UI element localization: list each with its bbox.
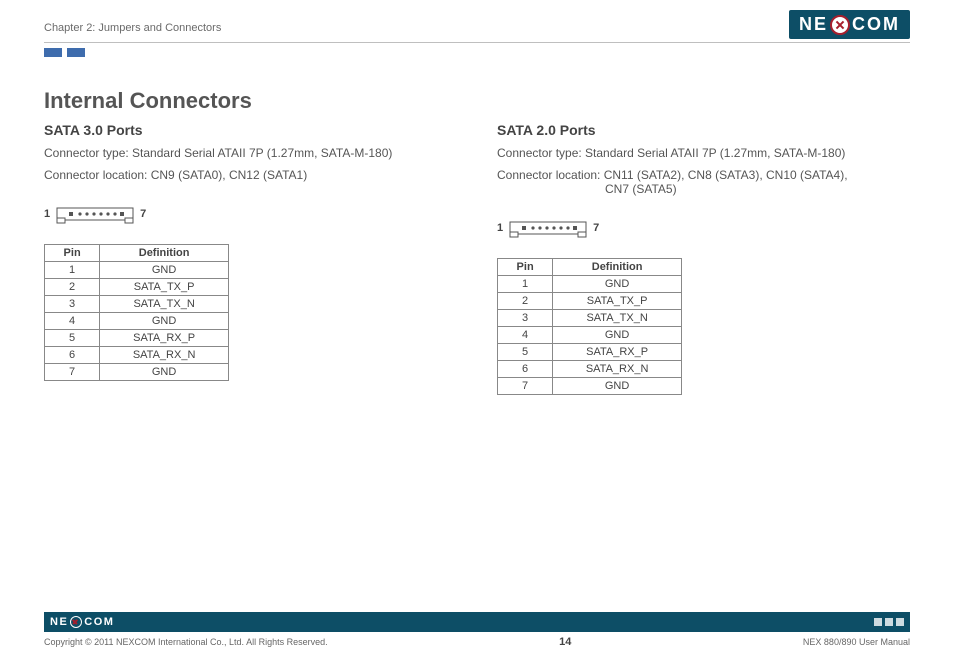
cell-pin: 2 [498, 293, 553, 310]
diagram-pin-left-label: 1 [497, 222, 503, 234]
footer-bar: NE COM [44, 612, 910, 632]
brand-logo-box: NE COM [789, 10, 910, 39]
brand-logo-text-right: COM [852, 14, 900, 35]
brand-logo-x-icon [830, 15, 850, 35]
table-row: 2 SATA_TX_P [498, 293, 682, 310]
cell-pin: 4 [45, 313, 100, 330]
cell-pin: 3 [498, 310, 553, 327]
page-number: 14 [559, 636, 571, 648]
cell-pin: 5 [45, 330, 100, 347]
table-row: 2 SATA_TX_P [45, 279, 229, 296]
cell-pin: 7 [498, 378, 553, 395]
cell-definition: GND [553, 276, 682, 293]
cell-definition: GND [553, 378, 682, 395]
page: Chapter 2: Jumpers and Connectors NE COM… [0, 0, 954, 672]
cell-definition: GND [100, 364, 229, 381]
connector-icon [509, 218, 587, 238]
sata20-pin-diagram: 1 7 [497, 218, 910, 238]
sata30-pin-diagram: 1 7 [44, 204, 457, 224]
cell-pin: 1 [45, 262, 100, 279]
sata30-table-body: 1 GND 2 SATA_TX_P 3 SATA_TX_N 4 GND 5 SA… [45, 262, 229, 381]
footer-logo: NE COM [50, 616, 114, 628]
cell-definition: GND [100, 313, 229, 330]
sata20-section: SATA 2.0 Ports Connector type: Standard … [497, 122, 910, 395]
sata20-table-body: 1 GND 2 SATA_TX_P 3 SATA_TX_N 4 GND 5 SA… [498, 276, 682, 395]
cell-pin: 4 [498, 327, 553, 344]
table-row: 5 SATA_RX_P [45, 330, 229, 347]
cell-pin: 5 [498, 344, 553, 361]
table-header-pin: Pin [498, 259, 553, 276]
brand-logo-text-left: NE [799, 14, 828, 35]
diagram-pin-right-label: 7 [140, 208, 146, 220]
cell-definition: SATA_RX_N [553, 361, 682, 378]
cell-definition: SATA_TX_P [553, 293, 682, 310]
table-row: 5 SATA_RX_P [498, 344, 682, 361]
cell-definition: SATA_RX_P [100, 330, 229, 347]
table-header-definition: Definition [100, 245, 229, 262]
header-rule [44, 42, 910, 43]
decorative-blocks [44, 48, 85, 57]
table-row: 7 GND [45, 364, 229, 381]
page-header: Chapter 2: Jumpers and Connectors [44, 18, 910, 48]
cell-definition: GND [553, 327, 682, 344]
manual-name: NEX 880/890 User Manual [803, 637, 910, 647]
table-row: 3 SATA_TX_N [498, 310, 682, 327]
diagram-pin-left-label: 1 [44, 208, 50, 220]
table-row: 1 GND [45, 262, 229, 279]
sata30-connector-type: Connector type: Standard Serial ATAII 7P… [44, 144, 457, 162]
cell-definition: SATA_RX_N [100, 347, 229, 364]
cell-pin: 6 [45, 347, 100, 364]
sata30-connector-location: Connector location: CN9 (SATA0), CN12 (S… [44, 166, 457, 184]
table-row: 6 SATA_RX_N [45, 347, 229, 364]
table-header-pin: Pin [45, 245, 100, 262]
cell-definition: SATA_TX_P [100, 279, 229, 296]
cell-pin: 3 [45, 296, 100, 313]
table-row: 1 GND [498, 276, 682, 293]
cell-pin: 1 [498, 276, 553, 293]
cell-definition: SATA_RX_P [553, 344, 682, 361]
cell-definition: GND [100, 262, 229, 279]
table-row: 6 SATA_RX_N [498, 361, 682, 378]
table-row: 4 GND [45, 313, 229, 330]
connector-icon [56, 204, 134, 224]
footer-logo-x-icon [70, 616, 82, 628]
copyright-text: Copyright © 2011 NEXCOM International Co… [44, 637, 328, 647]
sata20-pin-table: Pin Definition 1 GND 2 SATA_TX_P 3 SATA_… [497, 258, 682, 395]
cell-pin: 6 [498, 361, 553, 378]
page-title: Internal Connectors [44, 88, 252, 114]
table-row: 4 GND [498, 327, 682, 344]
cell-pin: 2 [45, 279, 100, 296]
brand-logo: NE COM [789, 10, 910, 39]
cell-definition: SATA_TX_N [100, 296, 229, 313]
footer-logo-text-right: COM [84, 616, 114, 628]
footer-decorative-blocks [874, 618, 904, 626]
cell-definition: SATA_TX_N [553, 310, 682, 327]
diagram-pin-right-label: 7 [593, 222, 599, 234]
sata30-pin-table: Pin Definition 1 GND 2 SATA_TX_P 3 SATA_… [44, 244, 229, 381]
sata20-heading: SATA 2.0 Ports [497, 122, 910, 138]
table-row: 3 SATA_TX_N [45, 296, 229, 313]
table-header-definition: Definition [553, 259, 682, 276]
cell-pin: 7 [45, 364, 100, 381]
sata20-connector-type: Connector type: Standard Serial ATAII 7P… [497, 144, 910, 162]
content-columns: SATA 3.0 Ports Connector type: Standard … [44, 122, 910, 395]
chapter-label: Chapter 2: Jumpers and Connectors [44, 22, 221, 34]
sata30-section: SATA 3.0 Ports Connector type: Standard … [44, 122, 457, 395]
table-row: 7 GND [498, 378, 682, 395]
sub-footer: Copyright © 2011 NEXCOM International Co… [44, 636, 910, 648]
sata30-heading: SATA 3.0 Ports [44, 122, 457, 138]
footer-logo-text-left: NE [50, 616, 68, 628]
